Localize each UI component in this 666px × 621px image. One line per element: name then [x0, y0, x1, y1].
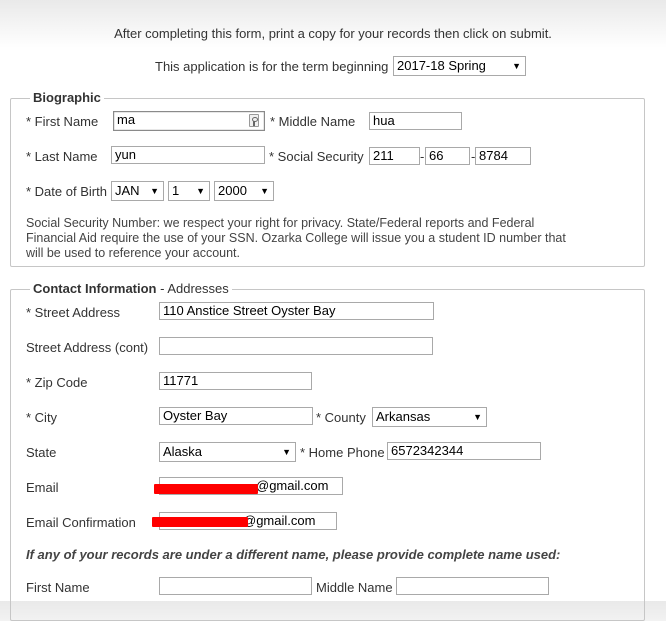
ssn-part3-input[interactable]: 8784: [475, 147, 531, 165]
privacy-line-1: Social Security Number: we respect your …: [26, 216, 535, 230]
form-instructions: After completing this form, print a copy…: [114, 26, 552, 41]
contact-legend-subtitle: - Addresses: [156, 281, 229, 296]
middle-name-input[interactable]: hua: [369, 112, 462, 130]
ssn-part1-value: 211: [373, 148, 394, 163]
dob-label: * Date of Birth: [26, 184, 107, 199]
first-name-label: * First Name: [26, 114, 99, 129]
dob-year-value: 2000: [218, 183, 247, 198]
city-value: Oyster Bay: [163, 408, 228, 423]
street-address-label: * Street Address: [26, 305, 120, 320]
chevron-down-icon: ▼: [150, 186, 159, 196]
city-label: * City: [26, 410, 58, 425]
email-confirmation-label: Email Confirmation: [26, 515, 136, 530]
email-redaction: [154, 484, 258, 494]
home-phone-input[interactable]: 6572342344: [387, 442, 541, 460]
zip-code-value: 11771: [163, 373, 199, 388]
email-confirmation-redaction: [152, 517, 248, 527]
term-select[interactable]: 2017-18 Spring ▼: [393, 56, 526, 76]
contact-legend: Contact Information - Addresses: [30, 281, 232, 297]
first-name-input[interactable]: ma: [113, 111, 265, 131]
ssn-part2-input[interactable]: 66: [425, 147, 470, 165]
chevron-down-icon: ▼: [260, 186, 269, 196]
ssn-label: * Social Security: [269, 149, 364, 164]
middle-name-value: hua: [373, 113, 395, 128]
zip-code-input[interactable]: 11771: [159, 372, 312, 390]
privacy-line-3: will be used to reference your account.: [26, 246, 241, 260]
chevron-down-icon: ▼: [282, 447, 291, 457]
other-name-note: If any of your records are under a diffe…: [26, 547, 561, 562]
chevron-down-icon: ▼: [196, 186, 205, 196]
zip-code-label: * Zip Code: [26, 375, 88, 390]
previous-middle-name-label: Middle Name: [316, 580, 393, 595]
email-value: @gmail.com: [256, 478, 329, 493]
previous-first-name-input[interactable]: [159, 577, 312, 595]
county-label: * County: [316, 410, 366, 425]
email-confirmation-value: @gmail.com: [243, 513, 316, 528]
previous-middle-name-input[interactable]: [396, 577, 549, 595]
county-select[interactable]: Arkansas ▼: [372, 407, 487, 427]
ssn-part1-input[interactable]: 211: [369, 147, 420, 165]
state-select[interactable]: Alaska ▼: [159, 442, 296, 462]
dob-day-value: 1: [172, 183, 180, 198]
home-phone-label: * Home Phone: [300, 445, 385, 460]
email-label: Email: [26, 480, 59, 495]
last-name-label: * Last Name: [26, 149, 98, 164]
term-label: This application is for the term beginni…: [155, 59, 389, 74]
street-address-cont-input[interactable]: [159, 337, 433, 355]
county-value: Arkansas: [376, 409, 431, 424]
state-label: State: [26, 445, 57, 460]
street-address-cont-label: Street Address (cont): [26, 340, 149, 355]
ssn-part3-value: 8784: [479, 148, 508, 163]
street-address-value: 110 Anstice Street Oyster Bay: [163, 303, 336, 318]
previous-first-name-label: First Name: [26, 580, 90, 595]
last-name-value: yun: [115, 147, 136, 162]
home-phone-value: 6572342344: [391, 443, 464, 458]
contact-legend-title: Contact Information: [33, 281, 157, 296]
dob-day-select[interactable]: 1 ▼: [168, 181, 210, 201]
dob-year-select[interactable]: 2000 ▼: [214, 181, 274, 201]
dob-month-value: JAN: [115, 183, 140, 198]
middle-name-label: * Middle Name: [270, 114, 356, 129]
biographic-legend: Biographic: [30, 90, 104, 106]
first-name-value: ma: [117, 112, 136, 127]
term-select-value: 2017-18 Spring: [397, 58, 486, 73]
key-icon[interactable]: [249, 114, 259, 127]
dob-month-select[interactable]: JAN ▼: [111, 181, 164, 201]
city-input[interactable]: Oyster Bay: [159, 407, 313, 425]
chevron-down-icon: ▼: [473, 412, 482, 422]
last-name-input[interactable]: yun: [111, 146, 265, 164]
privacy-line-2: Financial Aid require the use of your SS…: [26, 231, 566, 245]
ssn-part2-value: 66: [429, 148, 444, 163]
chevron-down-icon: ▼: [512, 61, 521, 71]
ssn-separator-1: -: [420, 149, 425, 164]
state-value: Alaska: [163, 444, 203, 459]
street-address-input[interactable]: 110 Anstice Street Oyster Bay: [159, 302, 434, 320]
